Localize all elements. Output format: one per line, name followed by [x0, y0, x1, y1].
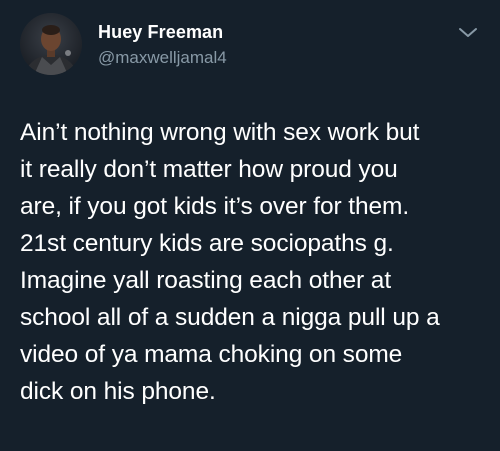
avatar-image	[20, 13, 82, 75]
author-handle[interactable]: @maxwelljamal4	[98, 48, 227, 68]
avatar[interactable]	[20, 13, 82, 75]
chevron-down-icon[interactable]	[458, 26, 478, 40]
tweet-text: Ain’t nothing wrong with sex work but it…	[20, 119, 440, 405]
author-display-name[interactable]: Huey Freeman	[98, 22, 223, 43]
tweet-header: Huey Freeman @maxwelljamal4	[0, 0, 500, 100]
